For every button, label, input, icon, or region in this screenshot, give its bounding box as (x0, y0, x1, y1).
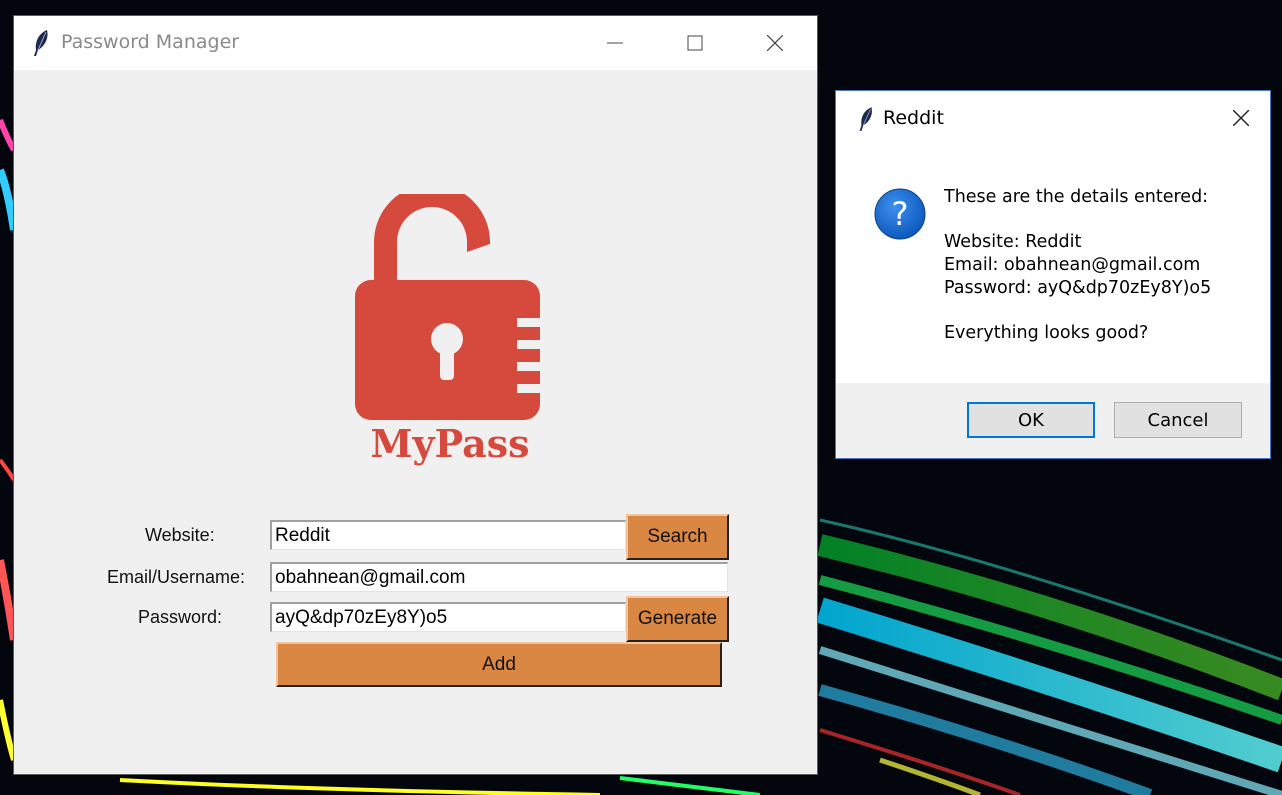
website-input[interactable]: Reddit (270, 520, 626, 550)
password-label: Password: (138, 607, 223, 627)
dialog-close-button[interactable] (1226, 103, 1256, 133)
close-button[interactable] (735, 16, 815, 70)
password-input[interactable]: ayQ&dp70zEy8Y)o5 (270, 602, 626, 632)
maximize-button[interactable] (655, 16, 735, 70)
dialog-message-question: Everything looks good? (944, 323, 1149, 343)
dialog-title: Reddit (883, 107, 944, 129)
maximize-icon (687, 35, 703, 51)
password-manager-window: Password Manager MyPass Website: Reddit … (14, 16, 817, 774)
minimize-icon (607, 42, 623, 44)
search-button[interactable]: Search (626, 514, 729, 560)
feather-icon (859, 107, 872, 131)
email-label: Email/Username: (107, 567, 246, 587)
feather-icon (34, 30, 48, 56)
minimize-button[interactable] (575, 16, 655, 70)
generate-button[interactable]: Generate (626, 596, 729, 642)
close-icon (1233, 110, 1249, 126)
dialog-button-bar: OK Cancel (836, 383, 1270, 458)
dialog-message-heading: These are the details entered: (944, 187, 1209, 207)
dialog-message-password: Password: ayQ&dp70zEy8Y)o5 (944, 278, 1212, 298)
website-label: Website: (145, 525, 215, 545)
title-bar[interactable]: Password Manager (14, 16, 817, 70)
question-icon: ? (874, 188, 926, 240)
email-input[interactable]: obahnean@gmail.com (270, 562, 728, 592)
confirm-dialog: Reddit ? These are the details entered: … (836, 91, 1270, 458)
window-title: Password Manager (61, 31, 240, 53)
ok-button[interactable]: OK (967, 402, 1095, 438)
svg-text:?: ? (892, 195, 909, 233)
add-button[interactable]: Add (276, 642, 722, 687)
dialog-message-website: Website: Reddit (944, 232, 1082, 252)
logo-wordmark: MyPass (370, 421, 530, 466)
dialog-message-email: Email: obahnean@gmail.com (944, 255, 1201, 275)
close-icon (767, 35, 783, 51)
cancel-button[interactable]: Cancel (1114, 402, 1242, 438)
